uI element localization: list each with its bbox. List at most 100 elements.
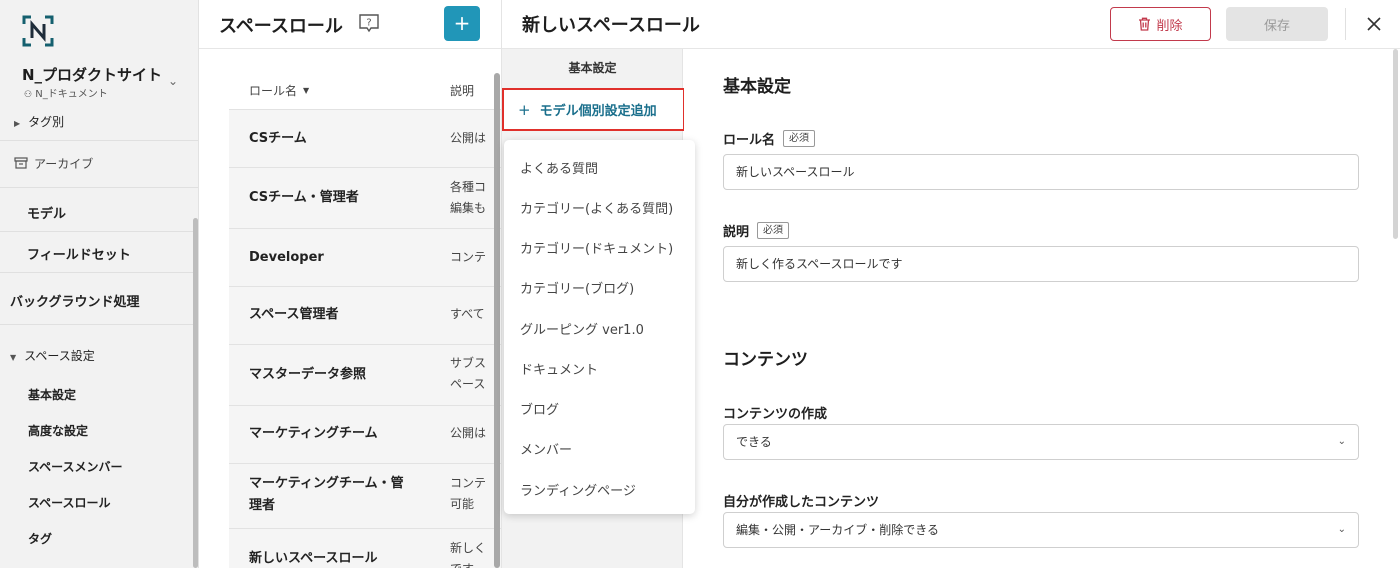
create-contents-select[interactable]: できる ⌄ xyxy=(723,424,1359,460)
chevron-down-icon: ⌄ xyxy=(1337,524,1346,535)
menu-item[interactable]: グルーピング ver1.0 xyxy=(520,319,644,338)
add-model-label: モデル個別設定追加 xyxy=(539,104,657,119)
sidebar-item-space-settings[interactable]: ▼ スペース設定 xyxy=(10,347,95,364)
sidebar-scrollbar[interactable] xyxy=(193,218,198,568)
table-row[interactable]: スペース管理者 すべて xyxy=(229,286,501,344)
field-label-text: コンテンツの作成 xyxy=(723,407,828,422)
tab-basic-settings[interactable]: 基本設定 xyxy=(502,49,683,86)
sidebar-item-background-jobs[interactable]: バックグラウンド処理 xyxy=(10,291,139,310)
required-badge: 必須 xyxy=(783,130,816,147)
form-scrollbar[interactable] xyxy=(1393,49,1398,239)
row-description: 可能 xyxy=(450,497,475,511)
sidebar-item-label: タグ別 xyxy=(28,115,65,129)
header-divider xyxy=(1345,8,1346,40)
row-description: 公開は xyxy=(450,426,487,440)
row-description: コンテ xyxy=(450,476,487,490)
row-description: すべて xyxy=(450,307,485,321)
sidebar-item-space-roles[interactable]: スペースロール xyxy=(28,494,111,511)
add-role-button[interactable]: + xyxy=(444,6,480,41)
column-label: ロール名 xyxy=(249,84,298,98)
divider xyxy=(0,324,198,325)
org-name[interactable]: N_プロダクトサイト xyxy=(22,64,162,85)
field-label-text: 自分が作成したコンテンツ xyxy=(723,495,880,510)
sidebar: N_プロダクトサイト ⌄ ⚇ N_ドキュメント ▶ タグ別 アーカイブ モデル フ… xyxy=(0,0,199,568)
sidebar-item-tags-setting[interactable]: タグ xyxy=(28,530,52,547)
model-dropdown-menu: よくある質問 カテゴリー(よくある質問) カテゴリー(ドキュメント) カテゴリー… xyxy=(504,140,695,514)
chevron-down-icon: ⌄ xyxy=(1337,436,1346,447)
table-row[interactable]: Developer コンテ xyxy=(229,228,501,286)
add-model-setting-button[interactable]: + モデル個別設定追加 xyxy=(502,88,685,131)
svg-text:?: ? xyxy=(366,18,371,29)
menu-item[interactable]: カテゴリー(ブログ) xyxy=(520,278,634,297)
role-form: 基本設定 ロール名 必須 新しいスペースロール 説明 必須 新しく作るスペースロ… xyxy=(684,49,1400,568)
sidebar-item-tags[interactable]: ▶ タグ別 xyxy=(14,113,64,130)
sidebar-item-advanced-settings[interactable]: 高度な設定 xyxy=(28,422,88,439)
row-role-name: マーケティングチーム xyxy=(249,426,378,441)
select-value: 編集・公開・アーカイブ・削除できる xyxy=(736,523,940,537)
detail-title: 新しいスペースロール xyxy=(522,15,700,36)
caret-right-icon: ▶ xyxy=(14,119,21,128)
menu-item[interactable]: ブログ xyxy=(520,399,559,418)
description-input[interactable]: 新しく作るスペースロールです xyxy=(723,246,1359,282)
row-role-name: CSチーム xyxy=(249,131,307,146)
plus-icon: + xyxy=(518,100,531,119)
list-scrollbar[interactable] xyxy=(494,73,500,568)
own-contents-select[interactable]: 編集・公開・アーカイブ・削除できる ⌄ xyxy=(723,512,1359,548)
role-list-panel: スペースロール ? + ロール名 ▼ 説明 CSチーム 公開は CSチーム・管理者… xyxy=(199,0,502,568)
menu-item[interactable]: メンバー xyxy=(520,439,572,458)
sidebar-item-model[interactable]: モデル xyxy=(27,203,66,222)
menu-item[interactable]: よくある質問 xyxy=(520,158,598,177)
divider xyxy=(0,187,198,188)
app-logo-icon[interactable] xyxy=(22,15,54,47)
delete-button[interactable]: 削除 xyxy=(1110,7,1211,41)
org-sub-label: N_ドキュメント xyxy=(35,89,108,100)
org-subtitle: ⚇ N_ドキュメント xyxy=(24,85,108,100)
help-icon[interactable]: ? xyxy=(358,13,380,33)
menu-item[interactable]: ランディングページ xyxy=(520,480,636,499)
sidebar-item-basic-settings[interactable]: 基本設定 xyxy=(28,386,76,403)
role-name-input[interactable]: 新しいスペースロール xyxy=(723,154,1359,190)
hierarchy-icon: ⚇ xyxy=(24,90,33,100)
row-role-name: スペース管理者 xyxy=(249,307,339,322)
sidebar-item-fieldset[interactable]: フィールドセット xyxy=(27,244,131,263)
trash-icon xyxy=(1139,17,1151,31)
caret-down-icon: ▼ xyxy=(10,353,17,362)
sidebar-item-label: スペース設定 xyxy=(24,349,95,363)
row-role-name: 新しいスペースロール xyxy=(249,551,378,566)
table-row[interactable]: CSチーム 公開は xyxy=(229,109,501,167)
role-name-label: ロール名 必須 xyxy=(723,129,816,148)
table-row[interactable]: 新しいスペースロール 新しく です xyxy=(229,528,501,568)
row-description: 各種コ xyxy=(450,180,487,194)
table-row[interactable]: マーケティングチーム・管 理者 コンテ 可能 xyxy=(229,463,501,528)
column-header-role-name[interactable]: ロール名 ▼ xyxy=(249,82,309,99)
row-description: 新しく xyxy=(450,541,487,555)
row-description: ペース xyxy=(450,377,486,391)
row-description: 公開は xyxy=(450,131,487,145)
sidebar-item-label: アーカイブ xyxy=(34,157,94,171)
section-title-contents: コンテンツ xyxy=(723,350,808,370)
close-icon[interactable] xyxy=(1364,14,1384,34)
table-row[interactable]: マスターデータ参照 サブス ペース xyxy=(229,344,501,405)
row-role-name: マスターデータ参照 xyxy=(249,367,367,382)
own-contents-label: 自分が作成したコンテンツ xyxy=(723,491,879,510)
row-description: サブス xyxy=(450,356,487,370)
row-role-name: CSチーム・管理者 xyxy=(249,190,359,205)
row-role-name: Developer xyxy=(249,250,324,265)
row-description: コンテ xyxy=(450,250,487,264)
save-button[interactable]: 保存 xyxy=(1226,7,1328,41)
required-badge: 必須 xyxy=(757,222,790,239)
sidebar-item-space-members[interactable]: スペースメンバー xyxy=(28,458,123,475)
page-title: スペースロール xyxy=(219,16,343,37)
menu-item[interactable]: カテゴリー(よくある質問) xyxy=(520,198,673,217)
chevron-down-icon[interactable]: ⌄ xyxy=(168,74,178,88)
list-header: スペースロール ? + xyxy=(199,0,501,49)
divider xyxy=(0,231,198,232)
sidebar-item-archive[interactable]: アーカイブ xyxy=(14,155,93,172)
menu-item[interactable]: ドキュメント xyxy=(520,359,598,378)
menu-item[interactable]: カテゴリー(ドキュメント) xyxy=(520,238,673,257)
table-row[interactable]: マーケティングチーム 公開は xyxy=(229,405,501,463)
column-header-description: 説明 xyxy=(450,84,475,98)
table-row[interactable]: CSチーム・管理者 各種コ 編集も xyxy=(229,167,501,228)
section-title-basic: 基本設定 xyxy=(723,77,791,97)
field-label-text: 説明 xyxy=(723,225,750,240)
